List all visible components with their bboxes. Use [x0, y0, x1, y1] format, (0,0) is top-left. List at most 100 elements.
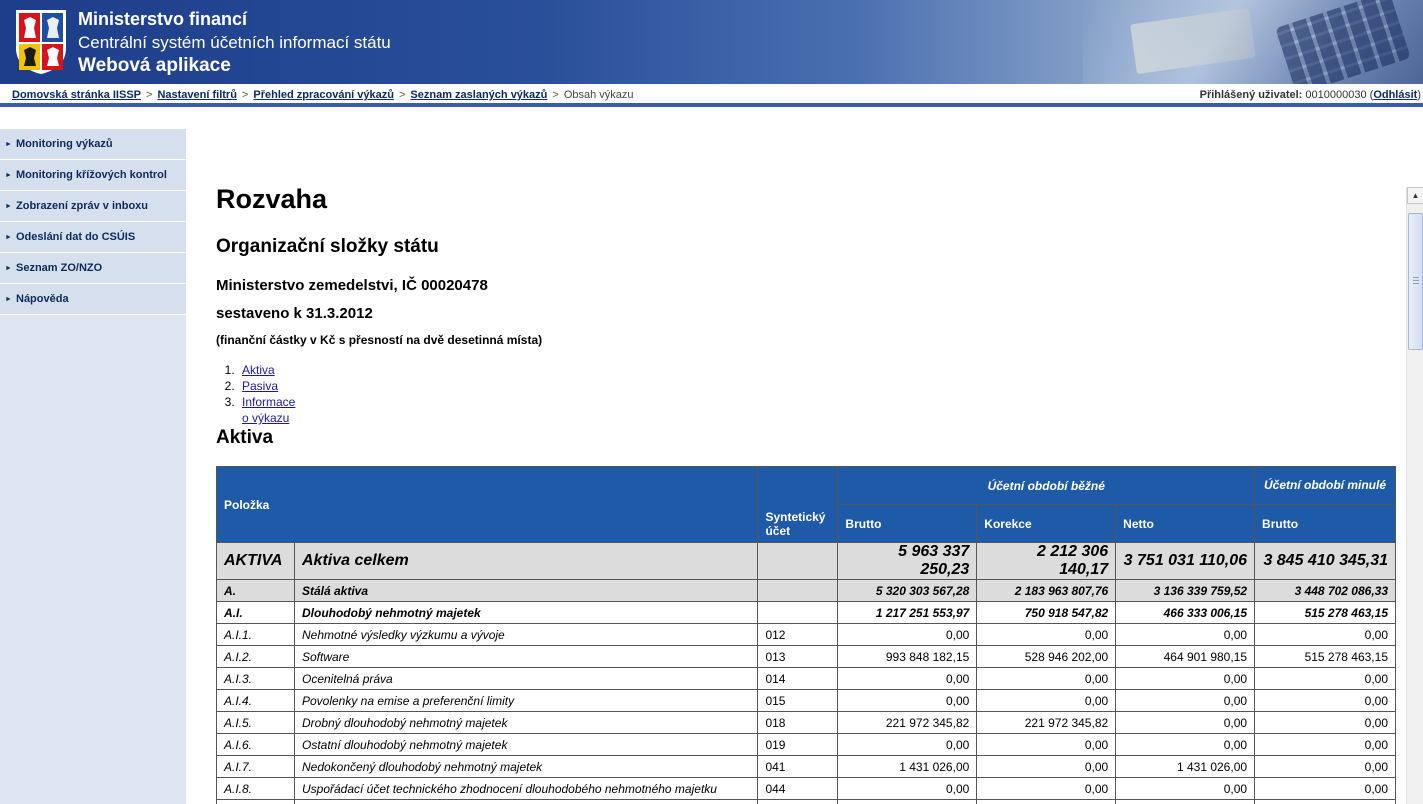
- row-name: Povolenky na emise a preferenční limity: [293, 689, 759, 712]
- row-netto: 1 431 026,00: [1115, 755, 1256, 778]
- vertical-scrollbar[interactable]: ▲: [1406, 187, 1423, 804]
- row-netto: 0,00: [1115, 733, 1256, 756]
- breadcrumb-filters-link[interactable]: Nastavení filtrů: [157, 89, 236, 101]
- breadcrumb-separator: >: [398, 89, 406, 101]
- toc-link-info[interactable]: Informace o výkazu: [242, 395, 295, 425]
- row-prev-brutto: 0,00: [1254, 777, 1396, 800]
- row-name: Uspořádací účet technického zhodnocení d…: [293, 777, 759, 800]
- row-korekce: 750 918 547,82: [976, 601, 1117, 624]
- row-brutto: 1 217 251 553,97: [837, 601, 978, 624]
- row-brutto: 5 320 303 567,28: [837, 579, 978, 602]
- table-row: A. Stálá aktiva 5 320 303 567,28 2 183 963 …: [216, 579, 1396, 602]
- row-prev-brutto: 3 448 702 086,33: [1254, 579, 1396, 602]
- row-name: Ostatní dlouhodobý nehmotný majetek: [293, 733, 759, 756]
- row-netto: 0,00: [1115, 799, 1256, 804]
- table-row: A.I.5. Drobný dlouhodobý nehmotný majetek…: [216, 711, 1396, 734]
- row-code: A.I.: [216, 601, 295, 624]
- row-korekce: 0,00: [976, 777, 1117, 800]
- main-content: Rozvaha Organizační složky státu Ministe…: [186, 111, 1406, 804]
- sidebar-item-label: Zobrazení zpráv v inboxu: [16, 200, 149, 212]
- row-korekce: 2 183 963 807,76: [976, 579, 1117, 602]
- row-prev-brutto: 0,00: [1254, 689, 1396, 712]
- row-code: AKTIVA: [216, 542, 295, 580]
- row-brutto: 0,00: [837, 667, 978, 690]
- breadcrumb-sent-reports-link[interactable]: Seznam zaslaných výkazů: [410, 89, 547, 101]
- sidebar-item-inbox[interactable]: ► Zobrazení zpráv v inboxu: [0, 191, 186, 222]
- row-netto: 0,00: [1115, 623, 1256, 646]
- sidebar-item-label: Monitoring křížových kontrol: [16, 169, 167, 181]
- breadcrumb-home-link[interactable]: Domovská stránka IISSP: [12, 89, 141, 101]
- row-code: A.I.1.: [216, 623, 295, 646]
- header-brutto-prev: Brutto: [1254, 504, 1396, 543]
- row-account: 015: [757, 689, 839, 712]
- row-code: A.I.9.: [216, 799, 295, 804]
- sidebar-item-monitoring-reports[interactable]: ► Monitoring výkazů: [0, 129, 186, 160]
- row-korekce: 0,00: [976, 623, 1117, 646]
- breadcrumb-bar: Domovská stránka IISSP > Nastavení filtrů >…: [0, 84, 1423, 107]
- table-of-contents: Aktiva Pasiva Informace o výkazu: [238, 362, 295, 426]
- sidebar-item-cross-checks[interactable]: ► Monitoring křížových kontrol: [0, 160, 186, 191]
- arrow-right-icon: ►: [5, 264, 12, 272]
- sidebar-item-zo-nzo[interactable]: ► Seznam ZO/NZO: [0, 253, 186, 284]
- toc-link-aktiva[interactable]: Aktiva: [242, 363, 275, 377]
- row-netto: 466 333 006,15: [1115, 601, 1256, 624]
- row-name: Ocenitelná práva: [293, 667, 759, 690]
- row-account: 051: [757, 799, 839, 804]
- logged-user-label: Přihlášený uživatel:: [1199, 89, 1303, 101]
- sidebar-item-help[interactable]: ► Nápověda: [0, 284, 186, 315]
- breadcrumb-processing-link[interactable]: Přehled zpracování výkazů: [253, 89, 394, 101]
- table-row: A.I.3. Ocenitelná práva 014 0,00 0,00 0,00 0,0…: [216, 667, 1396, 690]
- breadcrumb-separator: >: [552, 89, 559, 101]
- scrollbar-thumb[interactable]: [1408, 213, 1423, 350]
- row-name: Nedokončený dlouhodobý nehmotný majetek: [293, 755, 759, 778]
- app-title: Webová aplikace: [78, 55, 231, 76]
- row-account: [757, 601, 839, 624]
- row-code: A.I.5.: [216, 711, 295, 734]
- compiled-date: sestaveno k 31.3.2012: [216, 305, 373, 322]
- sidebar: ► Monitoring výkazů ► Monitoring křížových…: [0, 111, 186, 804]
- row-code: A.I.3.: [216, 667, 295, 690]
- banknote-image: [1130, 7, 1256, 75]
- row-netto: 0,00: [1115, 711, 1256, 734]
- row-code: A.I.7.: [216, 755, 295, 778]
- row-korekce: 0,00: [976, 689, 1117, 712]
- table-row: A.I.4. Povolenky na emise a preferenční l…: [216, 689, 1396, 712]
- czech-coat-of-arms-icon: [16, 10, 66, 74]
- row-korekce: 2 212 306 140,17: [976, 542, 1117, 580]
- header-account: Syntetický účet: [757, 466, 839, 543]
- row-prev-brutto: 3 845 410 345,31: [1254, 542, 1396, 580]
- aktiva-table: Položka Syntetický účet Účetní období bě…: [215, 466, 1396, 804]
- row-brutto: 0,00: [837, 733, 978, 756]
- app-header: Ministerstvo financí Centrální systém úč…: [0, 0, 1423, 84]
- row-name: Dlouhodobý nehmotný majetek: [293, 601, 759, 624]
- toc-item: Aktiva: [238, 362, 295, 378]
- row-brutto: 0,00: [837, 777, 978, 800]
- arrow-right-icon: ►: [5, 295, 12, 303]
- row-account: 013: [757, 645, 839, 668]
- row-prev-brutto: 0,00: [1254, 623, 1396, 646]
- row-name: Aktiva celkem: [293, 542, 759, 580]
- row-account: 012: [757, 623, 839, 646]
- header-decoration: [1083, 0, 1423, 84]
- logged-user-id: 0010000030: [1305, 89, 1367, 101]
- arrow-right-icon: ►: [5, 140, 12, 148]
- arrow-right-icon: ►: [5, 171, 12, 179]
- sidebar-item-send-data[interactable]: ► Odeslání dat do CSÚIS: [0, 222, 186, 253]
- breadcrumb-separator: >: [146, 89, 153, 101]
- row-code: A.I.8.: [216, 777, 295, 800]
- sidebar-item-label: Seznam ZO/NZO: [16, 262, 103, 274]
- breadcrumb-current: Obsah výkazu: [563, 89, 634, 101]
- row-prev-brutto: 0,00: [1254, 733, 1396, 756]
- scroll-up-icon[interactable]: ▲: [1407, 187, 1423, 204]
- sidebar-item-label: Odeslání dat do CSÚIS: [16, 231, 136, 243]
- toc-link-pasiva[interactable]: Pasiva: [242, 379, 278, 393]
- logout-link[interactable]: Odhlásit: [1373, 89, 1417, 101]
- row-korekce: 0,00: [976, 755, 1117, 778]
- row-prev-brutto: 0,00: [1254, 755, 1396, 778]
- toc-item: Informace o výkazu: [238, 394, 295, 426]
- row-account: [757, 579, 839, 602]
- thumb-grip: [1413, 276, 1419, 284]
- arrow-right-icon: ►: [5, 233, 12, 241]
- row-name: Nehmotné výsledky výzkumu a vývoje: [293, 623, 759, 646]
- table-row: A.I.6. Ostatní dlouhodobý nehmotný majete…: [216, 733, 1396, 756]
